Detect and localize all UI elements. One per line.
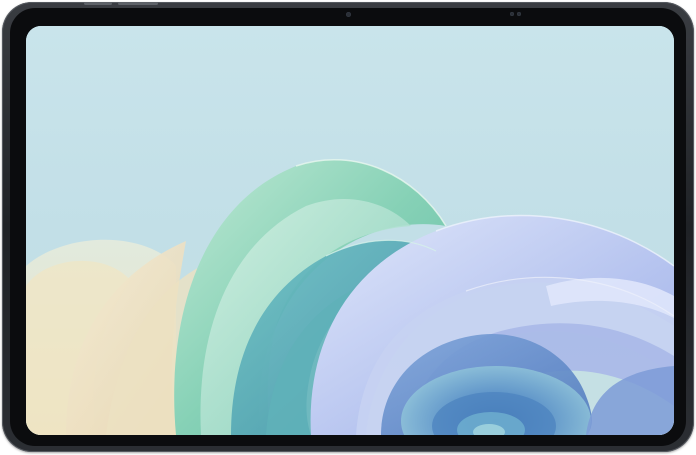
tablet-screen[interactable] bbox=[26, 26, 674, 435]
tablet-device-view bbox=[0, 0, 696, 455]
wallpaper-image bbox=[26, 26, 674, 435]
proximity-sensor-icon bbox=[517, 12, 521, 16]
front-camera-icon bbox=[346, 12, 351, 17]
ambient-sensor-icon bbox=[510, 12, 514, 16]
volume-down-button[interactable] bbox=[118, 2, 158, 5]
volume-up-button[interactable] bbox=[84, 2, 112, 5]
tablet-frame bbox=[2, 2, 694, 452]
